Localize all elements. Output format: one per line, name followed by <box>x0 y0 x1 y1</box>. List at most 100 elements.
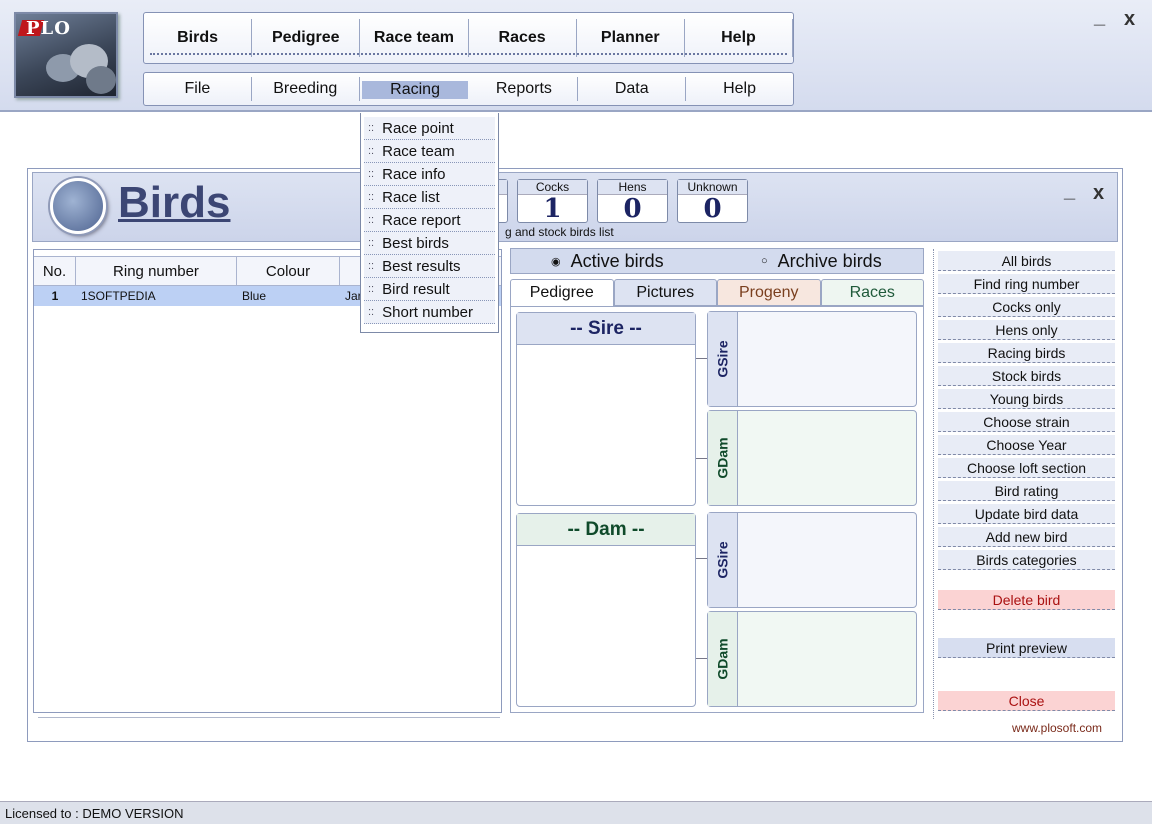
close-button[interactable]: Close <box>938 691 1115 711</box>
main-menu-pedigree[interactable]: Pedigree <box>252 19 361 57</box>
sub-menu-breeding[interactable]: Breeding <box>252 77 360 101</box>
delete-bird-button[interactable]: Delete bird <box>938 590 1115 610</box>
main-menu-races[interactable]: Races <box>469 19 577 57</box>
menu-item-best-results[interactable]: :: Best results <box>364 255 495 278</box>
unknown-counter-label: Unknown <box>678 180 747 195</box>
racing-dropdown-menu: :: Race point :: Race team :: Race info :: R… <box>360 113 499 333</box>
sire-gdam-label: GDam <box>714 437 731 479</box>
active-birds-label: Active birds <box>570 250 664 271</box>
dam-gdam-box[interactable]: GDam <box>707 611 917 707</box>
app-logo: PLO <box>14 12 118 98</box>
menu-item-label: Race point <box>382 119 454 137</box>
radio-selected-icon: ◉ <box>551 255 561 268</box>
menu-item-race-report[interactable]: :: Race report <box>364 209 495 232</box>
side-action-list: All birds Find ring number Cocks only He… <box>933 249 1117 719</box>
main-menu-race-team[interactable]: Race team <box>360 19 469 57</box>
unknown-counter: Unknown 0 <box>677 179 748 223</box>
hens-counter: Hens 0 <box>597 179 668 223</box>
bullet-icon: :: <box>368 168 375 180</box>
cell-no: 1 <box>51 289 59 303</box>
radio-unselected-icon: ○ <box>761 255 768 267</box>
print-preview-button[interactable]: Print preview <box>938 638 1115 658</box>
birds-categories-button[interactable]: Birds categories <box>938 550 1115 570</box>
sire-gdam-box[interactable]: GDam <box>707 410 917 506</box>
menu-item-race-info[interactable]: :: Race info <box>364 163 495 186</box>
bullet-icon: :: <box>368 191 375 203</box>
dam-gdam-label: GDam <box>714 638 731 680</box>
bullet-icon: :: <box>368 260 375 272</box>
cocks-only-button[interactable]: Cocks only <box>938 297 1115 317</box>
sub-menu: File Breeding Racing Reports Data Help <box>143 72 794 106</box>
bird-filter-bar: ◉ Active birds ○ Archive birds <box>510 248 924 274</box>
bird-rating-button[interactable]: Bird rating <box>938 481 1115 501</box>
main-menu-planner[interactable]: Planner <box>577 19 685 57</box>
bird-icon <box>50 178 106 234</box>
cocks-counter: Cocks 1 <box>517 179 588 223</box>
menu-item-short-number[interactable]: :: Short number <box>364 301 495 324</box>
dam-label: -- Dam -- <box>517 514 695 546</box>
unknown-counter-value: 0 <box>703 194 722 224</box>
column-header-ring-number[interactable]: Ring number <box>76 257 237 285</box>
menu-item-race-list[interactable]: :: Race list <box>364 186 495 209</box>
sub-menu-reports[interactable]: Reports <box>470 77 579 101</box>
status-bar: Licensed to : DEMO VERSION <box>0 801 1152 824</box>
main-menu-birds[interactable]: Birds <box>144 19 253 57</box>
menu-item-label: Race report <box>382 211 461 229</box>
cell-ring-number: 1SOFTPEDIA <box>81 289 156 303</box>
stock-birds-button[interactable]: Stock birds <box>938 366 1115 386</box>
side-list-divider <box>933 249 934 719</box>
birds-minimize-button[interactable]: _ <box>1064 180 1075 203</box>
menu-divider <box>150 53 787 55</box>
tab-pedigree[interactable]: Pedigree <box>510 279 614 306</box>
all-birds-button[interactable]: All birds <box>938 251 1115 271</box>
archive-birds-label: Archive birds <box>777 250 882 271</box>
menu-item-label: Race list <box>382 188 440 206</box>
tab-progeny[interactable]: Progeny <box>717 279 821 306</box>
menu-item-race-point[interactable]: :: Race point <box>364 117 495 140</box>
choose-strain-button[interactable]: Choose strain <box>938 412 1115 432</box>
birds-window-title: Birds <box>118 178 231 227</box>
sub-menu-data[interactable]: Data <box>578 77 687 101</box>
sire-box[interactable]: -- Sire -- <box>516 312 696 506</box>
table-footer-line <box>38 717 500 718</box>
find-ring-number-button[interactable]: Find ring number <box>938 274 1115 294</box>
sub-menu-racing[interactable]: Racing <box>361 81 469 99</box>
hens-only-button[interactable]: Hens only <box>938 320 1115 340</box>
sub-menu-file[interactable]: File <box>144 77 252 101</box>
menu-item-label: Best results <box>382 257 461 275</box>
column-header-colour[interactable]: Colour <box>237 257 340 285</box>
website-link[interactable]: www.plosoft.com <box>1012 721 1102 735</box>
sub-menu-help[interactable]: Help <box>686 77 793 101</box>
license-text: Licensed to : DEMO VERSION <box>5 805 184 821</box>
main-menu-help[interactable]: Help <box>685 19 794 57</box>
header-note: g and stock birds list <box>505 225 614 239</box>
dam-gsire-box[interactable]: GSire <box>707 512 917 608</box>
choose-loft-section-button[interactable]: Choose loft section <box>938 458 1115 478</box>
update-bird-data-button[interactable]: Update bird data <box>938 504 1115 524</box>
archive-birds-radio[interactable]: ○ Archive birds <box>761 251 882 272</box>
menu-item-label: Race team <box>382 142 455 160</box>
column-header-no[interactable]: No. <box>34 257 76 285</box>
dam-gsire-label: GSire <box>714 541 731 579</box>
birds-close-button[interactable]: x <box>1093 182 1104 205</box>
racing-birds-button[interactable]: Racing birds <box>938 343 1115 363</box>
dam-box[interactable]: -- Dam -- <box>516 513 696 707</box>
app-close-button[interactable]: x <box>1124 8 1135 31</box>
app-minimize-button[interactable]: _ <box>1094 6 1105 29</box>
add-new-bird-button[interactable]: Add new bird <box>938 527 1115 547</box>
sire-gsire-box[interactable]: GSire <box>707 311 917 407</box>
bullet-icon: :: <box>368 283 375 295</box>
tab-races[interactable]: Races <box>820 279 924 306</box>
hens-counter-label: Hens <box>598 180 667 195</box>
tab-pictures[interactable]: Pictures <box>613 279 717 306</box>
menu-item-label: Race info <box>382 165 446 183</box>
menu-item-race-team[interactable]: :: Race team <box>364 140 495 163</box>
choose-year-button[interactable]: Choose Year <box>938 435 1115 455</box>
menu-item-best-birds[interactable]: :: Best birds <box>364 232 495 255</box>
young-birds-button[interactable]: Young birds <box>938 389 1115 409</box>
menu-item-bird-result[interactable]: :: Bird result <box>364 278 495 301</box>
menu-item-label: Bird result <box>382 280 450 298</box>
cocks-counter-value: 1 <box>543 194 562 224</box>
active-birds-radio[interactable]: ◉ Active birds <box>551 251 664 272</box>
sire-label: -- Sire -- <box>517 313 695 345</box>
